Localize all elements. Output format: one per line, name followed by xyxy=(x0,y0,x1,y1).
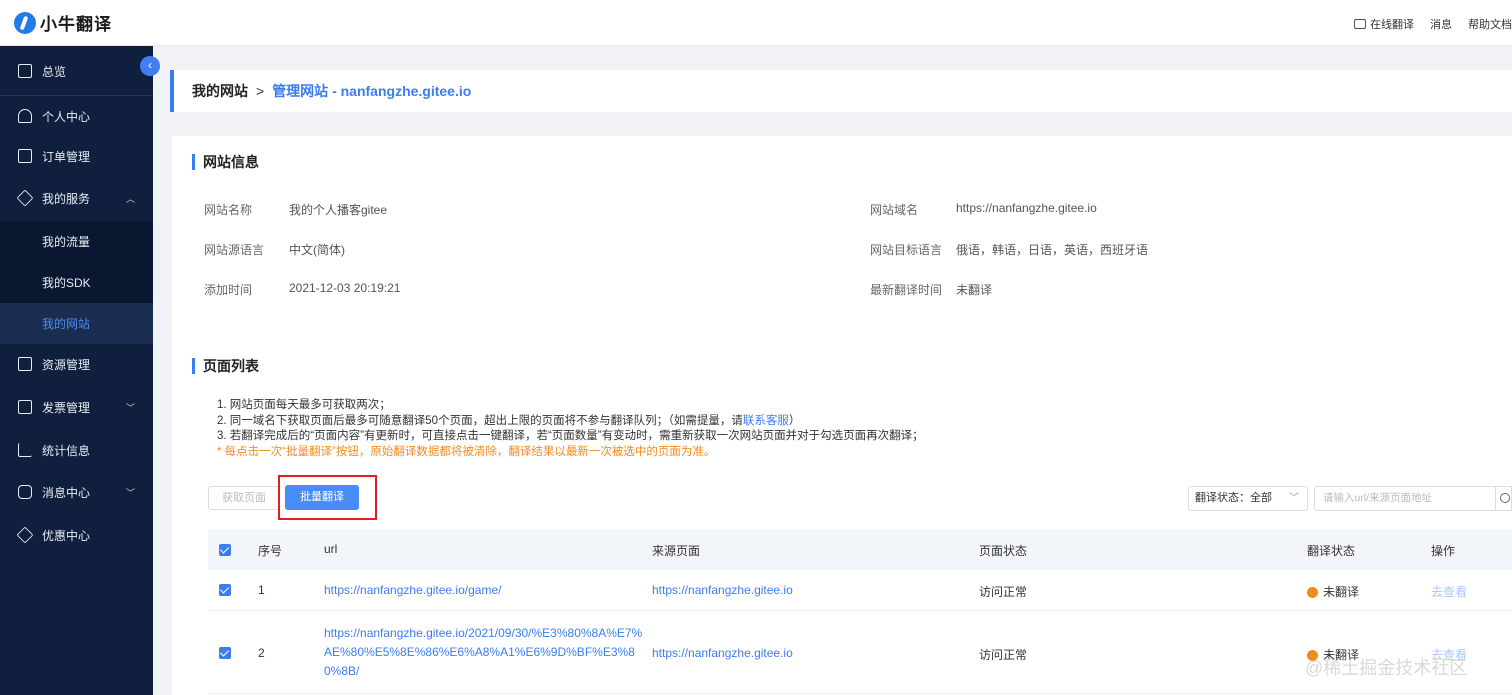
row-checkbox[interactable] xyxy=(219,584,231,596)
messages-link[interactable]: 消息 xyxy=(1430,16,1452,32)
search-button[interactable] xyxy=(1495,486,1512,511)
logo-text: 小牛翻译 xyxy=(40,15,112,34)
breadcrumb: 我的网站 > 管理网站 - nanfangzhe.gitee.io xyxy=(170,70,1512,112)
invoice-icon xyxy=(18,400,32,414)
source-language-label: 网站源语言 xyxy=(204,243,265,257)
chevron-down-icon: ﹀ xyxy=(1289,493,1299,504)
sidebar: 总览 个人中心 订单管理 我的服务 ︿ 我的流量 我的SDK 我的网站 资源管理… xyxy=(0,46,153,695)
box-icon xyxy=(16,189,34,207)
user-icon xyxy=(18,109,32,123)
col-translation-status: 翻译状态 xyxy=(1307,544,1356,558)
sidebar-item-coupons[interactable]: 优惠中心 xyxy=(0,515,153,555)
highlight-box xyxy=(278,475,377,520)
note-3: 3. 若翻译完成后的“页面内容”有更新时，可直接点击一键翻译，若“页面数量”有变… xyxy=(217,430,924,442)
row-url-link[interactable]: https://nanfangzhe.gitee.io/game/ xyxy=(324,583,501,597)
row-translation-status: 未翻译 xyxy=(1307,583,1359,600)
row-url-link[interactable]: https://nanfangzhe.gitee.io/2021/09/30/%… xyxy=(324,624,642,681)
sidebar-item-messages[interactable]: 消息中心 ﹀ xyxy=(0,472,153,512)
sidebar-item-invoices[interactable]: 发票管理 ﹀ xyxy=(0,387,153,427)
search-input[interactable]: 请输入url/来源页面地址 xyxy=(1314,486,1496,511)
top-links: 在线翻译 消息 帮助文档 xyxy=(1338,16,1512,32)
fetch-pages-button[interactable]: 获取页面 xyxy=(208,486,280,510)
chevron-down-icon: ﹀ xyxy=(125,403,135,413)
sidebar-item-resources[interactable]: 资源管理 xyxy=(0,344,153,384)
app-logo[interactable]: 小牛翻译 xyxy=(14,10,112,35)
row-checkbox[interactable] xyxy=(219,647,231,659)
sidebar-item-orders[interactable]: 订单管理 xyxy=(0,136,153,176)
target-languages-label: 网站目标语言 xyxy=(870,243,943,257)
online-translate-link[interactable]: 在线翻译 xyxy=(1354,16,1414,32)
top-bar: 小牛翻译 在线翻译 消息 帮助文档 xyxy=(0,0,1512,46)
logo-icon xyxy=(14,11,36,34)
site-domain-label: 网站域名 xyxy=(870,203,919,217)
tag-icon xyxy=(16,526,34,544)
breadcrumb-separator: > xyxy=(256,83,265,99)
table-row: 1 https://nanfangzhe.gitee.io/game/ http… xyxy=(208,570,1512,611)
col-actions: 操作 xyxy=(1431,544,1456,558)
list-icon xyxy=(18,149,32,163)
grid-icon xyxy=(18,64,32,78)
row-source-link[interactable]: https://nanfangzhe.gitee.io xyxy=(652,646,793,660)
help-docs-link[interactable]: 帮助文档 xyxy=(1468,16,1512,32)
col-page-status: 页面状态 xyxy=(979,544,1028,558)
chevron-down-icon: ﹀ xyxy=(125,488,135,498)
sidebar-item-my-traffic[interactable]: 我的流量 xyxy=(0,221,153,262)
last-translated-label: 最新翻译时间 xyxy=(870,283,943,297)
col-index: 序号 xyxy=(258,544,283,558)
site-name-label: 网站名称 xyxy=(204,203,253,217)
page-list-title: 页面列表 xyxy=(192,358,259,374)
translate-icon xyxy=(1354,19,1366,29)
note-2: 2. 同一域名下获取页面后最多可随意翻译50个页面，超出上限的页面将不参与翻译队… xyxy=(217,414,801,427)
view-link[interactable]: 去查看 xyxy=(1431,583,1467,600)
folder-icon xyxy=(18,357,32,371)
sidebar-item-my-sdk[interactable]: 我的SDK xyxy=(0,262,153,303)
search-icon xyxy=(1500,493,1510,503)
target-languages-value: 俄语，韩语，日语，英语，西班牙语 xyxy=(956,243,1149,257)
chevron-left-icon: ‹ xyxy=(148,58,152,72)
main-panel: 网站信息 网站名称 我的个人播客gitee 网站域名 https://nanfa… xyxy=(172,136,1512,695)
sidebar-collapse-button[interactable]: ‹ xyxy=(140,56,160,76)
contact-support-link[interactable]: 联系客服 xyxy=(743,415,789,427)
sidebar-item-statistics[interactable]: 统计信息 xyxy=(0,430,153,470)
sidebar-item-overview[interactable]: 总览 xyxy=(0,51,153,91)
sidebar-item-my-website[interactable]: 我的网站 xyxy=(0,303,153,344)
row-page-status: 访问正常 xyxy=(979,585,1028,599)
watermark: @稀土掘金技术社区 xyxy=(1305,658,1468,678)
note-1: 1. 网站页面每天最多可获取两次； xyxy=(217,399,391,411)
batch-warning: * 每点击一次“批量翻译”按钮，原始翻译数据都将被清除，翻译结果以最新一次被选中… xyxy=(217,445,716,458)
col-url: url xyxy=(324,542,338,556)
breadcrumb-current: 管理网站 - nanfangzhe.gitee.io xyxy=(272,83,472,99)
clock-icon xyxy=(1307,587,1318,598)
last-translated-value: 未翻译 xyxy=(956,283,993,297)
source-language-value: 中文(简体) xyxy=(289,243,345,257)
col-source: 来源页面 xyxy=(652,544,701,558)
translation-status-select[interactable]: 翻译状态：全部 ﹀ xyxy=(1188,486,1308,511)
message-icon xyxy=(18,485,32,499)
chevron-up-icon: ︿ xyxy=(125,194,135,204)
site-name-value: 我的个人播客gitee xyxy=(289,203,388,217)
row-page-status: 访问正常 xyxy=(979,648,1028,662)
page-list-notes: 1. 网站页面每天最多可获取两次； 2. 同一域名下获取页面后最多可随意翻译50… xyxy=(217,398,924,460)
row-source-link[interactable]: https://nanfangzhe.gitee.io xyxy=(652,583,793,597)
sidebar-item-my-services[interactable]: 我的服务 ︿ xyxy=(0,178,153,218)
chart-icon xyxy=(18,443,32,457)
table-row: 2 https://nanfangzhe.gitee.io/2021/09/30… xyxy=(208,612,1512,694)
row-index: 2 xyxy=(258,646,265,660)
site-info-title: 网站信息 xyxy=(192,154,259,170)
site-domain-value: https://nanfangzhe.gitee.io xyxy=(956,201,1097,215)
row-index: 1 xyxy=(258,583,265,597)
sidebar-item-profile[interactable]: 个人中心 xyxy=(0,96,153,136)
table-header: 序号 url 来源页面 页面状态 翻译状态 操作 xyxy=(208,529,1512,570)
added-time-value: 2021-12-03 20:19:21 xyxy=(289,281,401,295)
added-time-label: 添加时间 xyxy=(204,283,253,297)
breadcrumb-parent[interactable]: 我的网站 xyxy=(192,81,248,101)
select-all-checkbox[interactable] xyxy=(219,544,231,556)
